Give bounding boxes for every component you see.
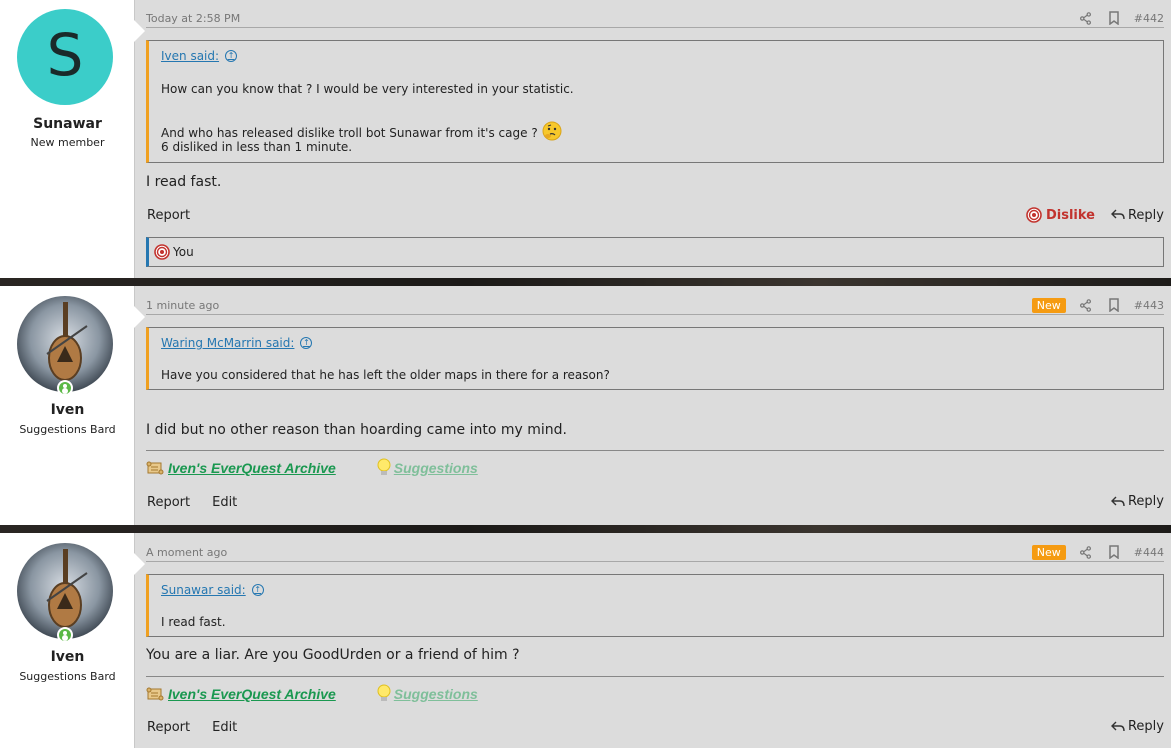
quote-author-link[interactable]: Iven said: ↑ bbox=[161, 49, 238, 63]
message-body: I did but no other reason than hoarding … bbox=[146, 422, 567, 438]
arrow-up-circle-icon[interactable]: ↑ bbox=[225, 50, 238, 62]
reply-button[interactable]: Reply bbox=[1110, 494, 1164, 509]
new-badge: New bbox=[1031, 544, 1066, 560]
post-number[interactable]: #443 bbox=[1134, 299, 1164, 312]
reply-icon bbox=[1110, 209, 1125, 220]
edit-link[interactable]: Edit bbox=[212, 495, 237, 510]
bookmark-icon[interactable] bbox=[1106, 544, 1122, 560]
target-icon bbox=[1026, 207, 1042, 223]
reacted-by[interactable]: You bbox=[173, 245, 194, 259]
report-link[interactable]: Report bbox=[147, 208, 190, 223]
user-title: Suggestions Bard bbox=[19, 670, 116, 683]
signature-link-archive[interactable]: Iven's EverQuest Archive bbox=[146, 460, 336, 476]
arrow-up-circle-icon[interactable]: ↑ bbox=[300, 337, 313, 349]
quote-line: I read fast. bbox=[161, 615, 226, 629]
post-meta: A moment ago New #444 bbox=[146, 542, 1164, 562]
reply-icon bbox=[1110, 721, 1125, 731]
post-442: S Sunawar New member Today at 2:58 PM #4… bbox=[0, 0, 1171, 278]
quote-line: How can you know that ? I would be very … bbox=[161, 82, 574, 96]
report-link[interactable]: Report bbox=[147, 720, 190, 735]
signature: Iven's EverQuest Archive Suggestions bbox=[146, 458, 478, 478]
new-badge: New bbox=[1031, 297, 1066, 313]
share-icon[interactable] bbox=[1078, 544, 1094, 560]
reactions-bar[interactable]: You bbox=[146, 237, 1164, 267]
post-443: Iven Suggestions Bard 1 minute ago New #… bbox=[0, 286, 1171, 525]
reply-icon bbox=[1110, 496, 1125, 506]
avatar[interactable] bbox=[17, 296, 113, 392]
dislike-button[interactable]: Dislike bbox=[1026, 207, 1095, 223]
user-column: S Sunawar New member bbox=[0, 0, 145, 278]
avatar[interactable] bbox=[17, 543, 113, 639]
bookmark-icon[interactable] bbox=[1106, 297, 1122, 313]
quote-block: Iven said: ↑ How can you know that ? I w… bbox=[146, 40, 1164, 163]
signature-divider bbox=[146, 450, 1164, 451]
post-444: Iven Suggestions Bard A moment ago New #… bbox=[0, 533, 1171, 748]
edit-link[interactable]: Edit bbox=[212, 720, 237, 735]
signature-link-suggestions[interactable]: Suggestions bbox=[376, 458, 478, 478]
quote-line: Have you considered that he has left the… bbox=[161, 368, 610, 382]
post-time[interactable]: 1 minute ago bbox=[146, 299, 219, 312]
post-time[interactable]: Today at 2:58 PM bbox=[146, 12, 240, 25]
quote-author-link[interactable]: Sunawar said: ↑ bbox=[161, 583, 264, 597]
bookmark-icon[interactable] bbox=[1106, 10, 1122, 26]
reply-button[interactable]: Reply bbox=[1110, 719, 1164, 734]
signature-link-suggestions[interactable]: Suggestions bbox=[376, 684, 478, 704]
user-title: New member bbox=[30, 136, 105, 149]
post-meta: Today at 2:58 PM #442 bbox=[146, 8, 1164, 28]
username[interactable]: Sunawar bbox=[0, 116, 135, 132]
report-link[interactable]: Report bbox=[147, 495, 190, 510]
username[interactable]: Iven bbox=[0, 649, 135, 665]
username[interactable]: Iven bbox=[0, 402, 135, 418]
quote-author-link[interactable]: Waring McMarrin said: ↑ bbox=[161, 336, 313, 350]
scroll-icon bbox=[146, 461, 164, 475]
quote-block: Sunawar said: ↑ I read fast. bbox=[146, 574, 1164, 637]
post-meta: 1 minute ago New #443 bbox=[146, 295, 1164, 315]
signature-link-archive[interactable]: Iven's EverQuest Archive bbox=[146, 686, 336, 702]
user-column: Iven Suggestions Bard bbox=[0, 533, 145, 748]
post-time[interactable]: A moment ago bbox=[146, 546, 227, 559]
online-status-icon bbox=[57, 380, 73, 396]
quote-line: 6 disliked in less than 1 minute. bbox=[161, 140, 353, 154]
quote-block: Waring McMarrin said: ↑ Have you conside… bbox=[146, 327, 1164, 390]
signature-divider bbox=[146, 676, 1164, 677]
post-number[interactable]: #442 bbox=[1134, 12, 1164, 25]
message-body: I read fast. bbox=[146, 174, 222, 190]
post-number[interactable]: #444 bbox=[1134, 546, 1164, 559]
avatar[interactable]: S bbox=[17, 9, 113, 105]
user-column: Iven Suggestions Bard bbox=[0, 286, 145, 525]
lightbulb-icon bbox=[377, 684, 391, 701]
share-icon[interactable] bbox=[1078, 10, 1094, 26]
arrow-up-circle-icon[interactable]: ↑ bbox=[251, 584, 264, 596]
user-title: Suggestions Bard bbox=[19, 423, 116, 436]
share-icon[interactable] bbox=[1078, 297, 1094, 313]
message-body: You are a liar. Are you GoodUrden or a f… bbox=[146, 647, 520, 663]
online-status-icon bbox=[57, 627, 73, 643]
signature: Iven's EverQuest Archive Suggestions bbox=[146, 684, 478, 704]
target-icon bbox=[154, 244, 170, 260]
thinking-emoji-icon bbox=[542, 121, 562, 144]
reply-button[interactable]: Reply bbox=[1110, 208, 1164, 223]
post-separator bbox=[0, 278, 1171, 286]
post-separator bbox=[0, 525, 1171, 533]
lightbulb-icon bbox=[377, 458, 391, 475]
scroll-icon bbox=[146, 687, 164, 701]
